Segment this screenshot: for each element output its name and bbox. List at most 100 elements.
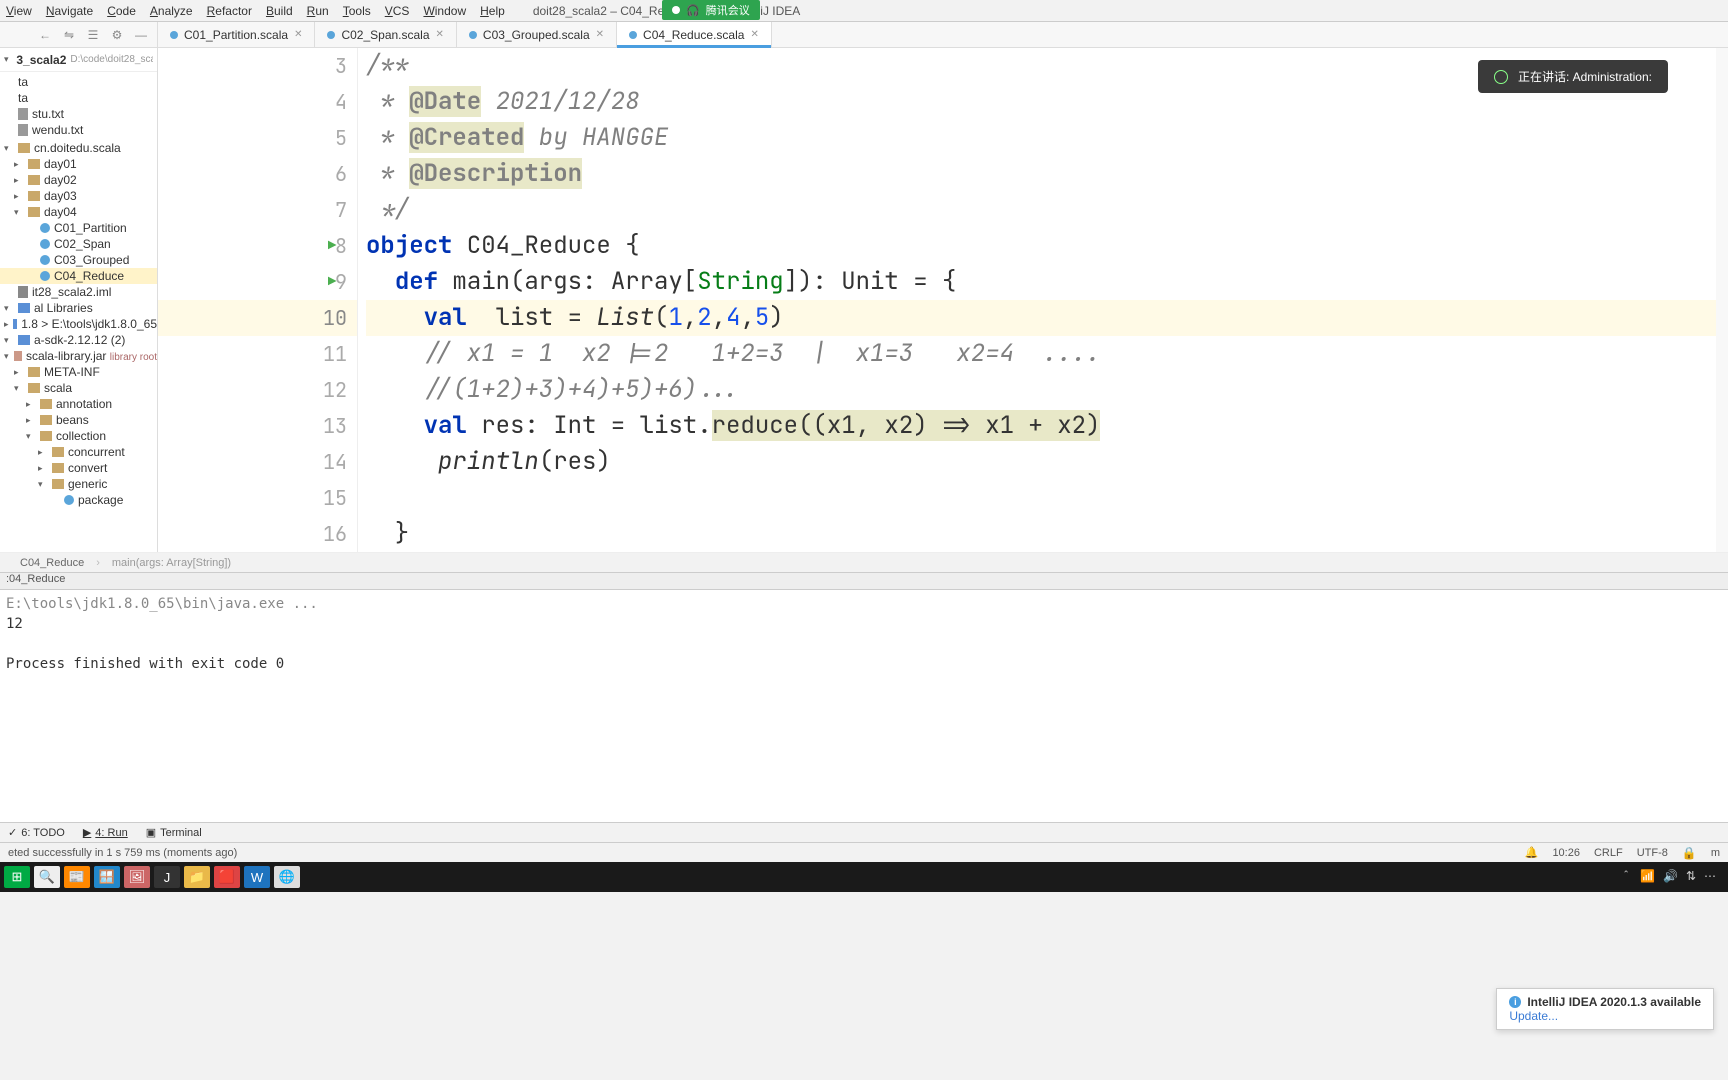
notification-bell-icon[interactable]: 🔔 (1525, 846, 1539, 859)
tree-node[interactable]: wendu.txt (0, 122, 157, 138)
close-icon[interactable]: ✕ (596, 29, 604, 40)
code-line[interactable]: } (366, 516, 1728, 552)
gutter-row[interactable]: 13 (158, 408, 357, 444)
chevron-right-icon[interactable]: ▸ (26, 399, 36, 410)
chevron-right-icon[interactable]: ▸ (4, 319, 9, 330)
tree-node[interactable]: ▸day02 (0, 172, 157, 188)
update-link[interactable]: Update... (1509, 1009, 1558, 1023)
code-line[interactable]: */ (366, 192, 1728, 228)
code-line[interactable]: // x1 = 1 x2 |=2 1+2=3 | x1=3 x2=4 .... (366, 336, 1728, 372)
code-line[interactable]: val res: Int = list.reduce((x1, x2) => x… (366, 408, 1728, 444)
gutter-row[interactable]: 15 (158, 480, 357, 516)
code-line[interactable]: //(1+2)+3)+4)+5)+6)... (366, 372, 1728, 408)
tray-chevron-up-icon[interactable]: ＾ (1620, 869, 1632, 886)
chevron-right-icon[interactable]: ▸ (38, 463, 48, 474)
gutter-row[interactable]: 6 (158, 156, 357, 192)
tencent-meeting-badge[interactable]: 🎧 腾讯会议 (662, 0, 760, 20)
chevron-right-icon[interactable]: ▸ (14, 159, 24, 170)
tree-node[interactable]: C01_Partition (0, 220, 157, 236)
menu-help[interactable]: Help (480, 4, 505, 18)
chevron-right-icon[interactable]: ▸ (14, 191, 24, 202)
tray-more-icon[interactable]: ⋯ (1704, 869, 1716, 886)
status-line-sep[interactable]: CRLF (1594, 847, 1623, 859)
lock-icon[interactable]: 🔒 (1682, 846, 1697, 860)
tree-node[interactable]: C03_Grouped (0, 252, 157, 268)
update-notification[interactable]: i IntelliJ IDEA 2020.1.3 available Updat… (1496, 988, 1714, 1030)
gutter-row[interactable]: ▶8 (158, 228, 357, 264)
tree-node[interactable]: ▾collection (0, 428, 157, 444)
tree-node[interactable]: C04_Reduce (0, 268, 157, 284)
editor-tab[interactable]: C03_Grouped.scala✕ (457, 22, 617, 47)
gutter-row[interactable]: 4 (158, 84, 357, 120)
run-console[interactable]: E:\tools\jdk1.8.0_65\bin\java.exe ... 12… (0, 590, 1728, 822)
tray-wifi-icon[interactable]: 📶 (1640, 869, 1655, 886)
system-tray[interactable]: ＾ 📶 🔊 ⇅ ⋯ (1620, 869, 1724, 886)
tree-node[interactable]: ▾cn.doitedu.scala (0, 140, 157, 156)
tool-window-button[interactable]: ▶4: Run (83, 826, 128, 839)
editor-scrollbar[interactable] (1716, 48, 1728, 552)
tree-node[interactable]: stu.txt (0, 106, 157, 122)
editor-tab[interactable]: C02_Span.scala✕ (315, 22, 456, 47)
close-icon[interactable]: ✕ (750, 29, 758, 40)
menu-tools[interactable]: Tools (343, 4, 371, 18)
chevron-down-icon[interactable]: ▾ (14, 383, 24, 394)
menu-navigate[interactable]: Navigate (46, 4, 93, 18)
code-editor[interactable]: 34567▶8▶9💡10111213141516 /** * @Date 202… (158, 48, 1728, 552)
tool-window-button[interactable]: ▣Terminal (146, 826, 202, 839)
gutter-row[interactable]: 14 (158, 444, 357, 480)
chevron-down-icon[interactable]: ▾ (4, 143, 14, 154)
close-icon[interactable]: ✕ (294, 29, 302, 40)
code-line[interactable] (366, 480, 1728, 516)
chevron-down-icon[interactable]: ▾ (14, 207, 24, 218)
project-tree[interactable]: tatastu.txtwendu.txt ▾cn.doitedu.scala▸d… (0, 72, 157, 510)
taskbar-app-icon[interactable]: J (154, 866, 180, 888)
taskbar-app-icon[interactable]: 📁 (184, 866, 210, 888)
chevron-down-icon[interactable]: ▾ (4, 351, 10, 362)
menu-window[interactable]: Window (423, 4, 466, 18)
hide-panel-icon[interactable]: — (133, 27, 149, 43)
gear-icon[interactable]: ⚙ (109, 27, 125, 43)
code-line[interactable]: val list = List(1,2,4,5) (366, 300, 1728, 336)
code-line[interactable]: * @Description (366, 156, 1728, 192)
tree-node[interactable]: ▸day01 (0, 156, 157, 172)
chevron-right-icon[interactable]: ▸ (14, 367, 24, 378)
gutter-row[interactable]: 16 (158, 516, 357, 552)
chevron-right-icon[interactable]: ▸ (26, 415, 36, 426)
tree-node[interactable]: ▸beans (0, 412, 157, 428)
chevron-down-icon[interactable]: ▾ (4, 303, 14, 314)
chevron-down-icon[interactable]: ▾ (26, 431, 36, 442)
project-panel[interactable]: ▾ 3_scala2 D:\code\doit28_scala2 tatastu… (0, 48, 158, 552)
menu-refactor[interactable]: Refactor (207, 4, 252, 18)
gutter-row[interactable]: ▶9 (158, 264, 357, 300)
status-encoding[interactable]: UTF-8 (1637, 847, 1668, 859)
code-line[interactable]: def main(args: Array[String]): Unit = { (366, 264, 1728, 300)
menu-run[interactable]: Run (307, 4, 329, 18)
tree-node[interactable]: ta (0, 90, 157, 106)
chevron-right-icon[interactable]: ▸ (14, 175, 24, 186)
code-line[interactable]: object C04_Reduce { (366, 228, 1728, 264)
taskbar-app-icon[interactable]: 🌐 (274, 866, 300, 888)
tree-node[interactable]: ▸convert (0, 460, 157, 476)
tray-arrows-icon[interactable]: ⇅ (1686, 869, 1696, 886)
tree-node[interactable]: ▾a-sdk-2.12.12 (2) (0, 332, 157, 348)
tree-node[interactable]: ta (0, 74, 157, 90)
taskbar-app-icon[interactable]: 🟥 (214, 866, 240, 888)
windows-taskbar[interactable]: ⊞🔍📰🪟🖼J📁🟥W🌐 ＾ 📶 🔊 ⇅ ⋯ (0, 862, 1728, 892)
tree-node[interactable]: ▸1.8 > E:\tools\jdk1.8.0_65 (0, 316, 157, 332)
editor-tab[interactable]: C01_Partition.scala✕ (158, 22, 315, 47)
menu-code[interactable]: Code (107, 4, 136, 18)
tree-node[interactable]: ▾day04 (0, 204, 157, 220)
chevron-down-icon[interactable]: ▾ (4, 335, 14, 346)
breadcrumb-item[interactable]: C04_Reduce (20, 557, 84, 569)
gutter[interactable]: 34567▶8▶9💡10111213141516 (158, 48, 358, 552)
tree-node[interactable]: ▸day03 (0, 188, 157, 204)
menu-build[interactable]: Build (266, 4, 293, 18)
taskbar-app-icon[interactable]: ⊞ (4, 866, 30, 888)
chevron-right-icon[interactable]: ▸ (38, 447, 48, 458)
gutter-row[interactable]: 5 (158, 120, 357, 156)
horizontal-split-icon[interactable]: ⇋ (61, 27, 77, 43)
tree-node[interactable]: ▸concurrent (0, 444, 157, 460)
tool-window-button[interactable]: ✓6: TODO (8, 826, 65, 839)
tree-node[interactable]: it28_scala2.iml (0, 284, 157, 300)
taskbar-app-icon[interactable]: 🪟 (94, 866, 120, 888)
